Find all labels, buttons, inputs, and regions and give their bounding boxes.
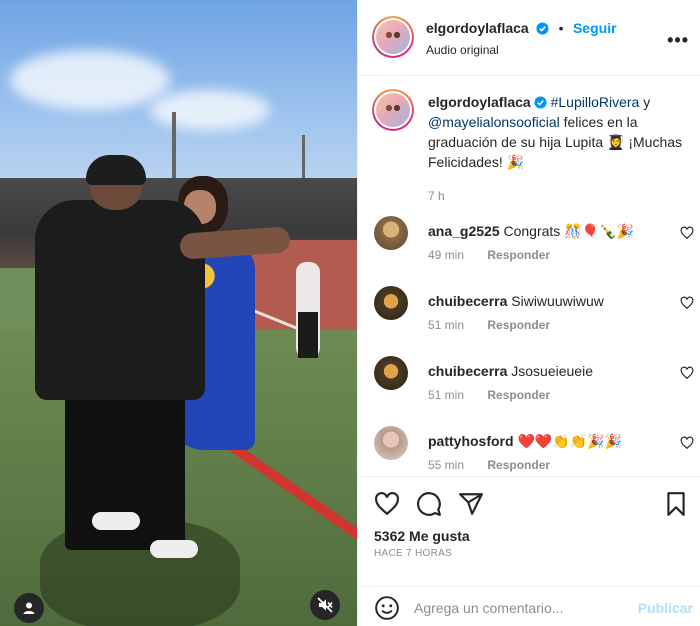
comment-message: Jsosueieueie [511,363,593,379]
post-header: elgordoylaflaca • Seguir Audio original … [358,0,700,76]
audio-label[interactable]: Audio original [426,43,499,57]
comment-time: 49 min [428,248,465,262]
media-man-body [35,200,205,400]
like-comment-heart-icon[interactable] [680,436,694,450]
user-icon [23,602,35,614]
comment-time: 55 min [428,458,465,472]
comment-meta: 51 min Responder [428,318,550,332]
comment-item: chuibecerra Siwiwuuwiwuw 51 min Responde… [372,286,694,346]
media-shoe [92,512,140,530]
verified-badge-icon [536,22,549,35]
comment-item: chuibecerra Jsosueieueie 51 min Responde… [372,356,694,416]
more-options-icon[interactable]: ••• [667,30,689,51]
comment-text: ana_g2525 Congrats 🎊🎈🍾🎉 [428,223,634,240]
media-cloud [10,50,170,110]
post-actions: 5362 Me gusta HACE 7 HORAS [358,476,700,576]
media-shoe [150,540,198,558]
comment-input[interactable] [414,597,634,619]
author-line: elgordoylaflaca • Seguir [426,20,617,38]
mute-toggle-button[interactable] [310,590,340,620]
comment-text: chuibecerra Siwiwuuwiwuw [428,293,604,309]
caption-author-avatar[interactable] [372,89,414,131]
author-avatar[interactable] [372,16,414,58]
media-man-cap [86,155,146,185]
separator-dot: • [558,20,564,36]
post-date[interactable]: HACE 7 HORAS [374,548,452,559]
comment-message: Congrats 🎊🎈🍾🎉 [503,223,634,239]
like-comment-heart-icon[interactable] [680,226,694,240]
comment-username[interactable]: chuibecerra [428,293,507,309]
comment-composer: Publicar [358,586,700,626]
caption-timestamp[interactable]: 7 h [428,189,445,203]
emoji-picker-icon[interactable] [374,595,400,621]
save-bookmark-icon[interactable] [663,491,689,517]
comment-meta: 49 min Responder [428,248,550,262]
verified-badge-icon [534,96,547,109]
reply-button[interactable]: Responder [487,248,550,262]
post-comment-button[interactable]: Publicar [638,600,693,616]
caption-mention[interactable]: @mayelialonsooficial [428,114,560,130]
comment-item: pattyhosford ❤️❤️👏👏🎉🎉 55 min Responder [372,426,694,475]
follow-button[interactable]: Seguir [573,20,617,36]
comment-text: chuibecerra Jsosueieueie [428,363,593,379]
comment-message: ❤️❤️👏👏🎉🎉 [517,433,623,449]
post-side-panel: elgordoylaflaca • Seguir Audio original … [357,0,700,626]
caption-username[interactable]: elgordoylaflaca [428,94,531,110]
media-child-legs [298,312,318,358]
comment-bubble-icon[interactable] [416,491,442,517]
caption-hashtag[interactable]: #LupilloRivera [551,94,640,110]
speaker-muted-icon [317,597,333,613]
likes-count[interactable]: 5362 Me gusta [374,528,470,544]
like-comment-heart-icon[interactable] [680,366,694,380]
comment-time: 51 min [428,318,465,332]
reply-button[interactable]: Responder [487,458,550,472]
share-paper-plane-icon[interactable] [458,491,484,517]
comment-avatar[interactable] [374,356,408,390]
comment-avatar[interactable] [374,426,408,460]
comment-meta: 55 min Responder [428,458,550,472]
comment-username[interactable]: chuibecerra [428,363,507,379]
comment-username[interactable]: pattyhosford [428,433,514,449]
reply-button[interactable]: Responder [487,388,550,402]
author-username[interactable]: elgordoylaflaca [426,20,529,36]
tagged-users-button[interactable] [14,593,44,623]
comments-section[interactable]: elgordoylaflaca #LupilloRivera y @mayeli… [358,77,700,475]
reply-button[interactable]: Responder [487,318,550,332]
comment-message: Siwiwuuwiwuw [511,293,604,309]
caption-text: elgordoylaflaca #LupilloRivera y @mayeli… [428,92,690,172]
comment-avatar[interactable] [374,216,408,250]
comment-meta: 51 min Responder [428,388,550,402]
comment-time: 51 min [428,388,465,402]
comment-text: pattyhosford ❤️❤️👏👏🎉🎉 [428,433,622,450]
comment-avatar[interactable] [374,286,408,320]
like-comment-heart-icon[interactable] [680,296,694,310]
like-heart-icon[interactable] [374,491,400,517]
comment-item: ana_g2525 Congrats 🎊🎈🍾🎉 49 min Responder [372,216,694,276]
caption-conjunction: y [639,94,651,110]
media-cloud [150,90,270,130]
post-media-video[interactable] [0,0,357,626]
comment-username[interactable]: ana_g2525 [428,223,500,239]
